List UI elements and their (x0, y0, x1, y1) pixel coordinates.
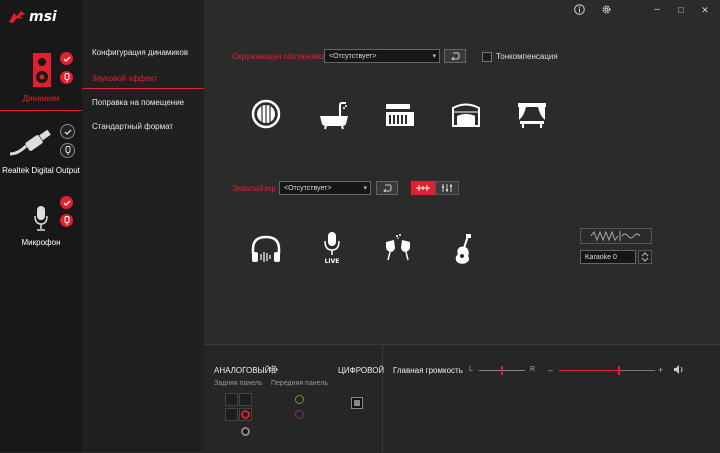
environment-reset-button[interactable] (444, 49, 466, 63)
volume-minus[interactable]: – (548, 365, 553, 375)
eq-wave-icon (416, 185, 430, 191)
check-icon (60, 124, 75, 139)
volume-slider[interactable] (559, 366, 655, 375)
arena-icon[interactable] (448, 98, 484, 134)
karaoke-waveform (580, 228, 652, 244)
speaker-volume-icon[interactable] (673, 364, 685, 375)
volume-thumb[interactable] (618, 366, 620, 375)
device-label-microphone: Микрофон (21, 238, 61, 247)
concert-hall-icon[interactable] (382, 98, 418, 134)
rear-panel-label: Задняя панель (214, 380, 263, 387)
generic-environment-icon[interactable] (248, 96, 284, 132)
device-sidebar: msi Динамики Realtek Digital Output Микр… (0, 0, 82, 452)
gear-icon[interactable] (599, 4, 613, 16)
svg-text:LIVE: LIVE (325, 258, 340, 265)
undo-icon (383, 184, 392, 192)
balance-track-left (479, 370, 502, 371)
front-panel-label: Передняя панель (271, 380, 328, 387)
environment-label: Окружающая обстановка (232, 52, 326, 61)
port-inner (354, 400, 360, 406)
minimize-button[interactable]: – (650, 4, 664, 16)
equalizer-reset-button[interactable] (376, 181, 398, 195)
eq-mode-preset-button[interactable] (411, 181, 435, 195)
msi-logo: msi (8, 8, 68, 26)
equalizer-label: Эквалайзер (232, 184, 276, 193)
menu-item-default-format[interactable]: Стандартный формат (92, 122, 173, 131)
digital-spdif-port[interactable] (351, 397, 363, 409)
digital-label: ЦИФРОВОЙ (338, 366, 385, 375)
maximize-button[interactable]: □ (674, 4, 688, 16)
eq-sliders-icon (442, 184, 452, 192)
karaoke-value: Karaoke 0 (585, 254, 617, 261)
front-jack-mic[interactable] (295, 410, 304, 419)
undo-icon (451, 52, 460, 60)
eq-mode-custom-button[interactable] (435, 181, 459, 195)
karaoke-stepper[interactable] (638, 250, 652, 264)
dragon-icon (9, 11, 25, 23)
active-device-underline (0, 110, 82, 111)
waveform-icon (590, 230, 641, 242)
environment-select[interactable]: <Отсутствует> ▾ (324, 49, 440, 63)
logo-text: msi (29, 9, 57, 25)
stepper-arrows-icon (641, 252, 649, 262)
loudness-checkbox[interactable] (482, 52, 492, 62)
device-label-digital: Realtek Digital Output (2, 166, 80, 175)
bottom-panel (204, 344, 720, 453)
title-bar: – □ ✕ (204, 0, 720, 20)
bottom-divider (382, 344, 383, 452)
check-icon (60, 52, 73, 65)
loudness-label: Тонкомпенсация (496, 52, 558, 61)
rear-jack-5[interactable] (241, 427, 250, 436)
plug-icon (60, 71, 73, 84)
chevron-down-icon: ▾ (432, 53, 436, 60)
settings-menu: Конфигурация динамиков Звуковой эффект П… (82, 0, 204, 452)
volume-plus[interactable]: + (658, 365, 663, 375)
party-cheers-icon[interactable] (380, 232, 416, 268)
menu-item-speaker-config[interactable]: Конфигурация динамиков (92, 48, 188, 57)
analog-label: АНАЛОГОВЫЙ (214, 366, 271, 375)
equalizer-select[interactable]: <Отсутствует> ▾ (279, 181, 371, 195)
electric-guitar-icon[interactable] (446, 232, 482, 268)
info-icon[interactable] (572, 4, 586, 16)
speaker-icon (33, 53, 51, 87)
close-button[interactable]: ✕ (698, 4, 712, 16)
headphones-icon[interactable] (248, 232, 284, 268)
live-microphone-icon[interactable]: LIVE (314, 230, 350, 266)
rear-jack-1[interactable] (225, 393, 238, 406)
plug-icon (60, 143, 75, 158)
volume-track-empty (619, 370, 655, 371)
menu-item-sound-effect[interactable]: Звуковой эффект (92, 74, 157, 83)
environment-select-value: <Отсутствует> (329, 53, 377, 60)
equalizer-select-value: <Отсутствует> (284, 185, 332, 192)
check-icon (60, 196, 73, 209)
balance-left-label: L (469, 366, 473, 373)
rear-jack-3[interactable] (225, 408, 238, 421)
balance-thumb[interactable] (501, 366, 503, 375)
active-menu-underline (82, 88, 204, 89)
karaoke-value-field[interactable]: Karaoke 0 (580, 250, 636, 264)
gear-icon[interactable] (268, 364, 279, 375)
master-volume-label: Главная громкость (393, 366, 463, 375)
front-jack-headphone[interactable] (295, 395, 304, 404)
rear-jack-4[interactable] (239, 408, 252, 421)
jack-active-indicator (241, 410, 250, 419)
chevron-down-icon: ▾ (363, 185, 367, 192)
balance-right-label: R (530, 366, 536, 373)
menu-item-room-correction[interactable]: Поправка на помещение (92, 98, 184, 107)
balance-track-right (502, 370, 525, 371)
optical-cable-icon (9, 130, 51, 156)
rear-jack-2[interactable] (239, 393, 252, 406)
device-label-speakers: Динамики (22, 94, 60, 103)
balance-slider[interactable] (479, 366, 525, 375)
bathroom-icon[interactable] (316, 98, 352, 134)
microphone-icon (34, 206, 48, 231)
volume-track-filled (559, 370, 619, 371)
plug-icon (60, 214, 73, 227)
theater-stage-icon[interactable] (514, 98, 550, 134)
